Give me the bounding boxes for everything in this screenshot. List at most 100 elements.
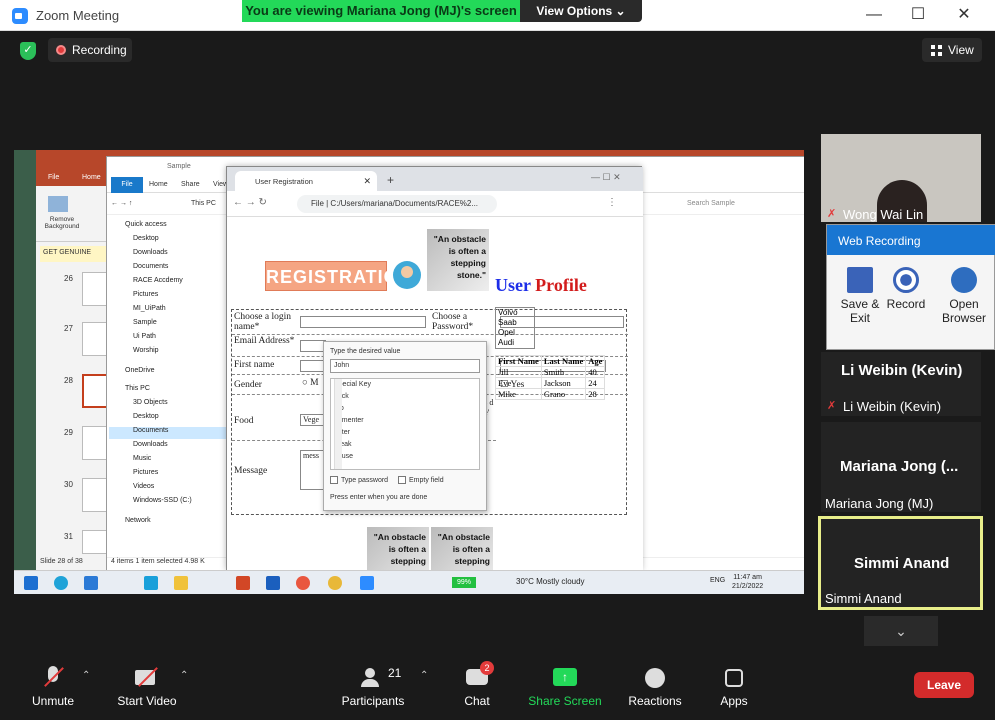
explorer-tab-share[interactable]: Share [181,181,200,188]
edge-icon[interactable] [54,576,68,590]
nav-item[interactable]: Sample [133,319,157,331]
reactions-button[interactable]: Reactions [624,658,686,720]
chat-badge: 2 [480,661,494,675]
nav-item[interactable]: Videos [133,483,154,495]
explorer-tab-file[interactable]: File [111,177,143,193]
save-exit-button[interactable]: Save & Exit [837,261,883,327]
view-options-button[interactable]: View Options ⌄ [520,0,642,22]
car-option[interactable]: Audi [498,338,534,348]
recording-indicator[interactable]: Recording [48,38,132,62]
folder-icon[interactable] [174,576,188,590]
video-tile-wong-wai-lin[interactable]: ✗ Wong Wai Lin [821,134,981,222]
leave-button[interactable]: Leave [914,672,974,698]
nav-item[interactable]: Desktop [133,413,159,425]
list-scrollbar[interactable] [334,379,342,469]
nav-item[interactable]: 3D Objects [133,399,168,411]
login-input[interactable] [300,316,426,328]
nav-item[interactable]: Desktop [133,235,159,247]
chrome-tab[interactable]: User Registration ✕ [235,171,377,191]
popup-value-input[interactable]: John [330,359,480,373]
remove-background-icon[interactable] [48,196,68,212]
participant-display-name: Li Weibin (Kevin) [841,362,963,379]
open-browser-button[interactable]: Open Browser [937,261,991,327]
zoom-taskbar-icon[interactable] [360,576,374,590]
app-icon[interactable] [144,576,158,590]
participant-name: Wong Wai Lin [843,207,924,222]
car-option[interactable]: Opel [498,328,534,338]
share-screen-label: Share Screen [528,694,602,708]
nav-item[interactable]: Ui Path [133,333,156,345]
record-dot-icon [56,45,66,55]
user-profile-title: User Profile [495,275,587,296]
powerpoint-icon[interactable] [236,576,250,590]
video-tile-li-weibin[interactable]: Li Weibin (Kevin) ✗ Li Weibin (Kevin) [821,352,981,416]
nav-quick-access[interactable]: Quick access [125,221,167,233]
nav-item[interactable]: RACE Accdemy [133,277,183,289]
clock[interactable]: 11:47 am 21/2/2022 [732,573,763,591]
uipath-icon[interactable] [266,576,280,590]
tab-close-icon[interactable]: ✕ [363,176,371,187]
share-screen-button[interactable]: ↑ Share Screen [528,658,602,720]
car-option[interactable]: Volvo [498,308,534,318]
start-video-button[interactable]: Start Video [112,658,182,720]
url-bar[interactable]: File | C:/Users/mariana/Documents/RACE%2… [297,195,497,213]
scroll-down-chevron-icon[interactable]: ⌄ [864,616,938,646]
chrome-menu-icon[interactable]: ⋮ [607,197,617,208]
video-tile-mariana-jong[interactable]: Mariana Jong (... Mariana Jong (MJ) [821,422,981,512]
ppt-tab-file[interactable]: File [48,174,59,181]
special-key-list[interactable]: Special Key back tab numenter enter brea… [330,378,480,470]
nav-item[interactable]: Worship [133,347,159,359]
start-icon[interactable] [24,576,38,590]
unmute-button[interactable]: Unmute [28,658,78,720]
nav-item-selected[interactable]: Documents [109,427,227,439]
nav-arrows-icon[interactable]: ← → ↑ [111,200,132,207]
nav-item[interactable]: Music [133,455,151,467]
explorer-search[interactable]: Search Sample [687,200,735,207]
nav-item[interactable]: MI_UiPath [133,305,166,317]
nav-network[interactable]: Network [125,517,151,529]
mail-icon[interactable] [84,576,98,590]
close-button[interactable]: ✕ [948,4,980,26]
nav-onedrive[interactable]: OneDrive [125,367,155,379]
nav-this-pc[interactable]: This PC [125,385,150,397]
web-page: REGISTRATION "An obstacle is often a ste… [227,217,643,571]
nav-item[interactable]: Documents [133,263,168,275]
chrome-window-controls[interactable]: — ☐ ✕ [591,172,621,183]
language-indicator[interactable]: ENG [710,577,725,584]
nav-item[interactable]: Windows-SSD (C:) [133,497,192,509]
app-icon[interactable] [296,576,310,590]
video-tile-simmi-anand-active[interactable]: Simmi Anand Simmi Anand [818,516,983,610]
apps-button[interactable]: Apps [714,658,754,720]
video-options-caret[interactable]: ⌃ [180,670,188,681]
form-divider [232,334,628,335]
view-layout-button[interactable]: View [922,38,982,62]
participants-options-caret[interactable]: ⌃ [420,670,428,681]
chrome-icon[interactable] [328,576,342,590]
gender-radio[interactable]: ○ M [302,378,319,388]
new-tab-icon[interactable]: + [387,173,394,187]
nav-item[interactable]: Pictures [133,291,158,303]
web-recording-panel: Web Recording Save & Exit Record Open Br… [826,224,995,350]
gender-label: Gender [234,380,262,390]
ppt-tab-home[interactable]: Home [82,174,101,181]
slide-number: 29 [64,428,73,437]
maximize-button[interactable]: ☐ [902,4,934,26]
audio-options-caret[interactable]: ⌃ [82,670,90,681]
type-password-checkbox[interactable]: Type password [330,476,388,484]
nav-item[interactable]: Pictures [133,469,158,481]
nav-item[interactable]: Downloads [133,441,168,453]
explorer-tab-home[interactable]: Home [149,181,168,188]
encryption-shield-icon[interactable]: ✓ [20,42,36,60]
car-listbox[interactable]: Volvo Saab Opel Audi [495,307,535,349]
minimize-button[interactable]: — [858,4,890,26]
empty-field-checkbox[interactable]: Empty field [398,476,444,484]
table-row: Mike Grano 28 [495,388,606,400]
first-name-label: First name [234,360,275,370]
explorer-title: Sample [167,163,191,170]
weather-text[interactable]: 30°C Mostly cloudy [516,577,585,586]
chrome-nav-icons[interactable]: ← → ↻ [233,197,267,208]
title-profile: Profile [535,275,587,295]
nav-item[interactable]: Downloads [133,249,168,261]
record-button[interactable]: Record [883,261,929,327]
car-option[interactable]: Saab [498,318,534,328]
